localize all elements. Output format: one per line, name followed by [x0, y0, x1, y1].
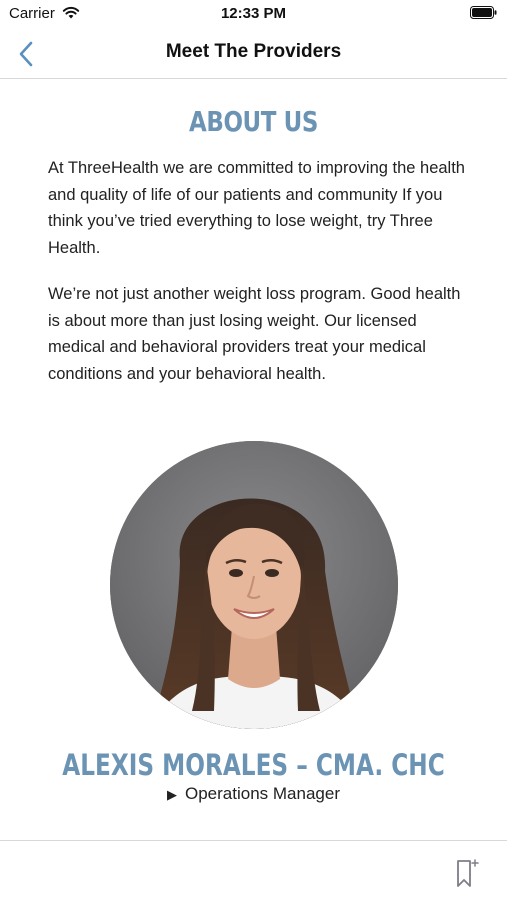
- battery-icon: [470, 6, 497, 19]
- triangle-right-icon: ▶: [167, 787, 177, 802]
- about-paragraph-2: We’re not just another weight loss progr…: [48, 285, 461, 383]
- bookmark-add-icon[interactable]: [455, 857, 481, 889]
- status-time: 12:33 PM: [220, 5, 287, 22]
- screen: Carrier 12:33 PM Meet The Providers ABOU…: [0, 0, 507, 900]
- provider-role: Operations Manager: [185, 784, 340, 803]
- about-heading: ABOUT US: [189, 105, 318, 138]
- provider-role-row[interactable]: ▶ Operations Manager: [0, 784, 507, 804]
- main-content[interactable]: ABOUT US At ThreeHealth we are committed…: [0, 79, 507, 839]
- about-paragraph-1: At ThreeHealth we are committed to impro…: [48, 159, 465, 257]
- provider-name: ALEXIS MORALES – CMA. CHC: [62, 748, 445, 782]
- bottom-toolbar: [0, 840, 507, 900]
- nav-bar: Meet The Providers: [0, 30, 507, 79]
- provider-photo: [110, 441, 398, 729]
- page-title: Meet The Providers: [165, 41, 342, 62]
- status-bar: Carrier 12:33 PM: [0, 0, 507, 30]
